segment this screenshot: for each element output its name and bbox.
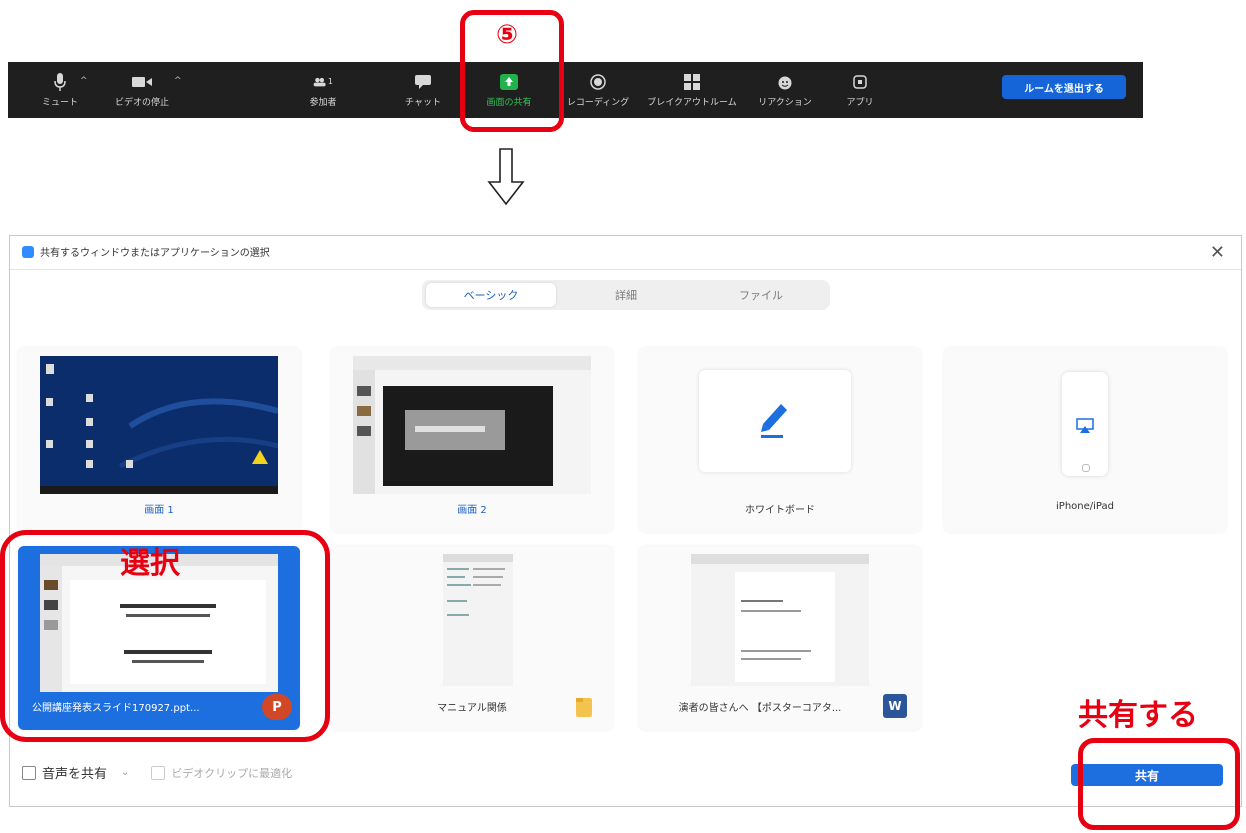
apps-label: アプリ — [846, 97, 874, 108]
apps-icon — [850, 73, 870, 91]
record-label: レコーディング — [566, 97, 630, 108]
dialog-title-bar: 共有するウィンドウまたはアプリケーションの選択 — [22, 244, 270, 259]
down-arrow-icon — [487, 148, 525, 206]
chat-icon — [413, 73, 433, 91]
mute-button[interactable]: ミュート — [36, 62, 84, 118]
leave-room-button[interactable]: ルームを退出する — [1002, 75, 1126, 99]
tab-files[interactable]: ファイル — [696, 283, 826, 307]
reaction-icon — [775, 73, 795, 91]
tile-word-document[interactable]: 演者の皆さんへ 【ポスターコアタ... W — [639, 546, 921, 730]
record-icon — [588, 73, 608, 91]
tile-screen-1[interactable]: 画面 1 — [18, 348, 300, 532]
meeting-toolbar: ミュート ^ ビデオの停止 ^ 1 参加者 チャット 画面の共有 レコーディング — [8, 62, 1143, 118]
tile-screen-2[interactable]: 画面 2 — [331, 348, 613, 532]
chat-label: チャット — [405, 97, 441, 108]
optimize-video-checkbox[interactable] — [151, 765, 166, 780]
share-audio-label: 音声を共有 — [42, 767, 108, 782]
chevron-down-icon[interactable]: ⌄ — [121, 767, 129, 778]
folder-icon — [576, 698, 592, 717]
apps-button[interactable]: アプリ — [838, 62, 882, 118]
reaction-label: リアクション — [758, 97, 812, 108]
share-tabs: ベーシック 詳細 ファイル — [422, 280, 830, 310]
manual-folder-thumbnail — [443, 554, 513, 686]
dialog-title: 共有するウィンドウまたはアプリケーションの選択 — [40, 248, 270, 259]
word-icon: W — [883, 694, 907, 718]
breakout-rooms-icon — [682, 73, 702, 91]
tab-basic[interactable]: ベーシック — [426, 283, 556, 307]
tab-advanced[interactable]: 詳細 — [561, 283, 691, 307]
airplay-icon — [1076, 418, 1094, 433]
reaction-button[interactable]: リアクション — [752, 62, 818, 118]
close-icon[interactable]: ✕ — [1210, 242, 1225, 263]
share-options: 音声を共有 ⌄ ビデオクリップに最適化 — [22, 763, 292, 782]
optimize-video-label: ビデオクリップに最適化 — [171, 766, 293, 780]
mute-options-chevron-icon[interactable]: ^ — [80, 76, 88, 86]
participants-button[interactable]: 1 参加者 — [298, 62, 348, 118]
step-number: ⑤ — [496, 20, 519, 50]
tile-whiteboard[interactable]: ホワイトボード — [639, 348, 921, 532]
mute-label: ミュート — [41, 97, 78, 108]
tile-caption: 画面 1 — [144, 505, 174, 516]
tile-manual-folder[interactable]: マニュアル関係 — [331, 546, 613, 730]
participant-count: 1 — [327, 77, 333, 86]
pen-icon — [761, 404, 787, 438]
record-button[interactable]: レコーディング — [560, 62, 636, 118]
tile-caption: 画面 2 — [457, 505, 487, 516]
stop-video-button[interactable]: ビデオの停止 — [102, 62, 182, 118]
tile-caption: ホワイトボード — [745, 505, 815, 516]
title-divider — [10, 269, 1241, 270]
tile-iphone-ipad[interactable]: iPhone/iPad — [944, 348, 1226, 532]
chat-button[interactable]: チャット — [400, 62, 446, 118]
tile-caption: マニュアル関係 — [437, 703, 507, 714]
participants-icon: 1 — [313, 73, 333, 91]
share-button-highlight — [1078, 738, 1240, 830]
video-camera-icon — [132, 73, 152, 91]
participants-label: 参加者 — [309, 97, 337, 108]
share-annotation: 共有する — [1078, 698, 1198, 733]
breakout-rooms-label: ブレイクアウトルーム — [647, 97, 737, 108]
tile-caption: iPhone/iPad — [1056, 501, 1114, 512]
video-options-chevron-icon[interactable]: ^ — [174, 76, 182, 86]
share-audio-checkbox[interactable] — [22, 765, 36, 780]
breakout-rooms-button[interactable]: ブレイクアウトルーム — [640, 62, 744, 118]
screen-2-thumbnail — [353, 356, 591, 494]
iphone-preview — [1062, 372, 1108, 476]
screen-1-thumbnail — [40, 356, 278, 494]
tile-caption: 演者の皆さんへ 【ポスターコアタ... — [678, 703, 842, 714]
home-button — [1082, 464, 1090, 472]
stop-video-label: ビデオの停止 — [114, 97, 169, 108]
word-thumbnail — [691, 554, 869, 686]
whiteboard-preview — [699, 370, 851, 472]
select-annotation: 選択 — [120, 546, 180, 581]
zoom-logo-icon — [22, 245, 34, 258]
microphone-icon — [50, 72, 70, 91]
